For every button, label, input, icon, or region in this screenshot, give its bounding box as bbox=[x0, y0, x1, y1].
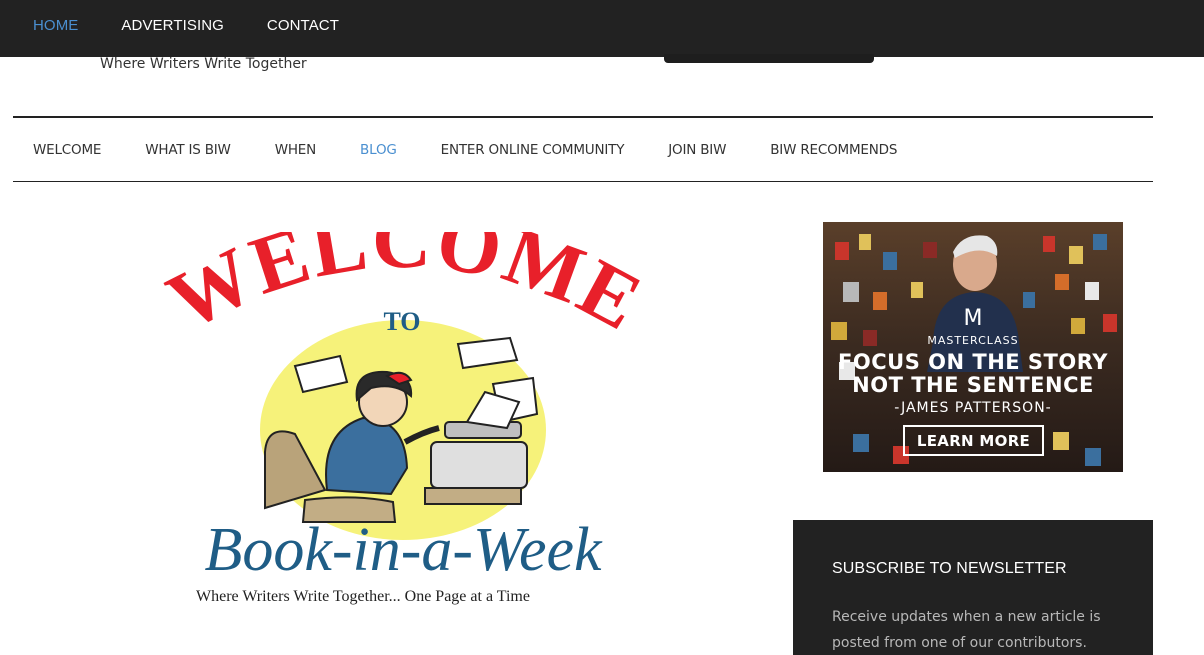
ad-brand: MASTERCLASS bbox=[927, 334, 1019, 347]
top-nav-advertising[interactable]: ADVERTISING bbox=[121, 17, 224, 34]
main-nav-blog[interactable]: BLOG bbox=[360, 142, 397, 158]
masterclass-logo-letter: M bbox=[963, 306, 983, 331]
logo-caption: Where Writers Write Together... One Page… bbox=[196, 588, 530, 605]
main-nav-enter-online-community[interactable]: ENTER ONLINE COMMUNITY bbox=[441, 142, 625, 158]
main-nav: WELCOME WHAT IS BIW WHEN BLOG ENTER ONLI… bbox=[13, 116, 1153, 182]
main-nav-biw-recommends[interactable]: BIW RECOMMENDS bbox=[770, 142, 897, 158]
logo-to-text: TO bbox=[383, 307, 420, 336]
main-nav-welcome[interactable]: WELCOME bbox=[33, 142, 101, 158]
top-nav-contact[interactable]: CONTACT bbox=[267, 17, 339, 34]
ad-author: -JAMES PATTERSON- bbox=[894, 400, 1052, 416]
newsletter-description: Receive updates when a new article is po… bbox=[832, 609, 1101, 651]
newsletter-widget: SUBSCRIBE TO NEWSLETTER Receive updates … bbox=[793, 520, 1153, 655]
top-nav: HOME ADVERTISING CONTACT bbox=[0, 0, 382, 50]
header-ad-strip bbox=[664, 54, 874, 63]
top-bar: HOME ADVERTISING CONTACT bbox=[0, 0, 1204, 57]
masterclass-ad[interactable]: M MASTERCLASS FOCUS ON THE STORY NOT THE… bbox=[823, 222, 1123, 472]
ad-headline-2: NOT THE SENTENCE bbox=[852, 373, 1094, 397]
top-nav-home[interactable]: HOME bbox=[33, 17, 78, 34]
logo-book-in-a-week-text: Book-in-a-Week bbox=[204, 516, 603, 584]
main-nav-join-biw[interactable]: JOIN BIW bbox=[668, 142, 726, 158]
main-nav-when[interactable]: WHEN bbox=[275, 142, 317, 158]
learn-more-button[interactable]: LEARN MORE bbox=[903, 425, 1044, 456]
main-nav-what-is-biw[interactable]: WHAT IS BIW bbox=[145, 142, 231, 158]
site-tagline: Where Writers Write Together bbox=[100, 56, 307, 72]
ad-headline-1: FOCUS ON THE STORY bbox=[838, 350, 1108, 374]
welcome-logo[interactable]: WELCOME TO Book-in-a-Week bbox=[155, 232, 655, 617]
newsletter-title: SUBSCRIBE TO NEWSLETTER bbox=[832, 560, 1067, 577]
